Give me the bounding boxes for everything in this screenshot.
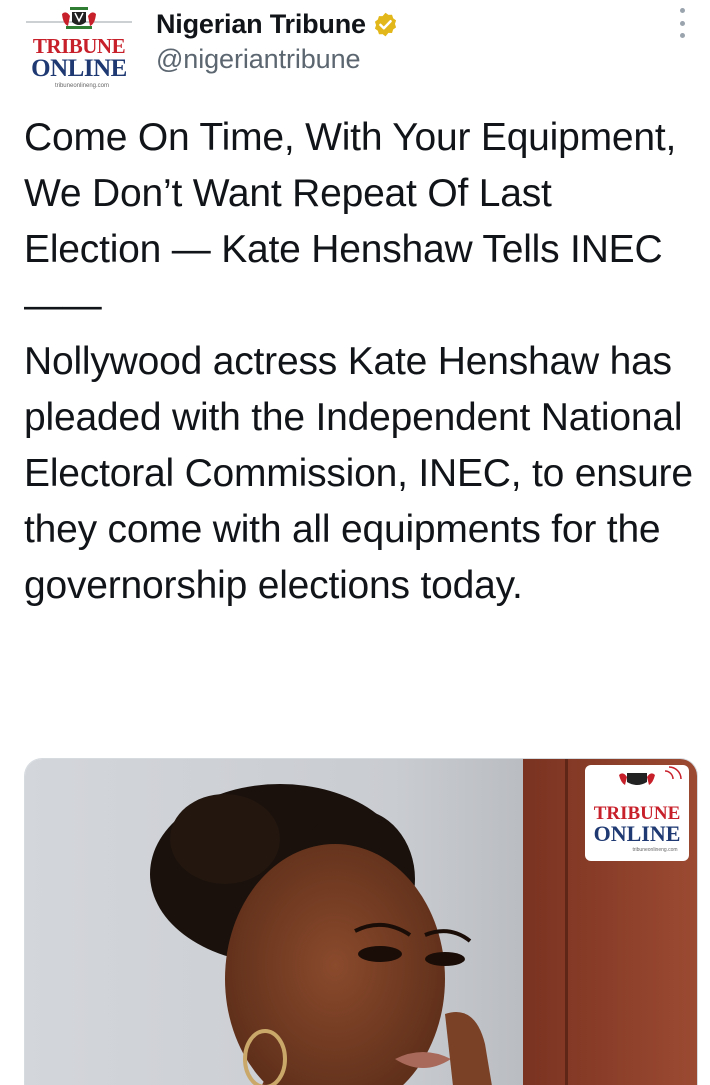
display-name[interactable]: Nigerian Tribune (156, 9, 366, 40)
dot (679, 8, 685, 13)
dot (679, 20, 685, 26)
tweet: TRIBUNE ONLINE tribuneonlineng.com Niger… (0, 0, 710, 1085)
name-row: Nigerian Tribune (156, 6, 399, 42)
coat-of-arms-icon (26, 7, 132, 29)
tweet-body: Nollywood actress Kate Henshaw has plead… (24, 340, 693, 607)
watermark-url: tribuneonlineng.com (632, 847, 677, 853)
tweet-text: Come On Time, With Your Equipment, We Do… (24, 110, 694, 614)
logo-url: tribuneonlineng.com (55, 83, 109, 89)
tweet-image[interactable]: TRIBUNE ONLINE tribuneonlineng.com (24, 758, 698, 1085)
photo-kate-henshaw: TRIBUNE ONLINE tribuneonlineng.com (25, 759, 697, 1085)
tribune-online-logo: TRIBUNE ONLINE tribuneonlineng.com (26, 7, 132, 89)
watermark-text-online: ONLINE (594, 821, 681, 846)
watermark-logo: TRIBUNE ONLINE tribuneonlineng.com (585, 765, 689, 861)
verified-badge-icon (372, 11, 399, 38)
more-options-icon[interactable] (676, 8, 688, 38)
tweet-headline: Come On Time, With Your Equipment, We Do… (24, 116, 677, 271)
logo-text-online: ONLINE (31, 55, 127, 82)
user-handle[interactable]: @nigeriantribune (156, 44, 399, 75)
tweet-separator: —— (24, 284, 102, 327)
avatar[interactable]: TRIBUNE ONLINE tribuneonlineng.com (22, 4, 136, 92)
user-info: Nigerian Tribune @nigeriantribune (156, 6, 399, 75)
dot (679, 33, 685, 38)
